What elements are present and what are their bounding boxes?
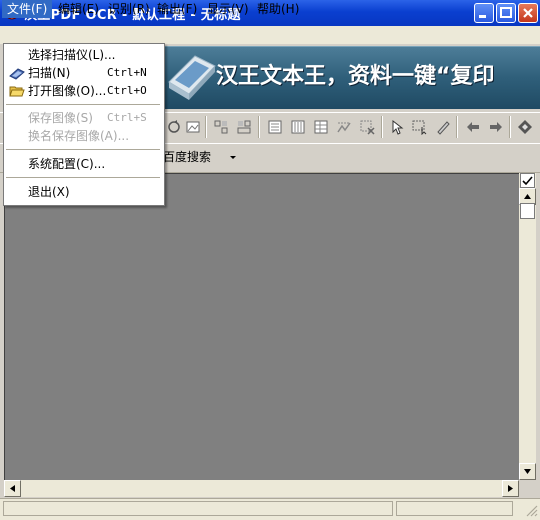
- scroll-down-button[interactable]: [519, 463, 536, 480]
- menu-item-save-image-as[interactable]: 换名保存图像(A)...: [4, 127, 162, 145]
- toolbar-separator: [205, 116, 207, 138]
- text-block-icon[interactable]: [267, 119, 283, 135]
- scan-icon: [9, 68, 25, 80]
- menu-output[interactable]: 输出(F): [152, 0, 202, 18]
- scroll-right-button[interactable]: [502, 480, 519, 497]
- menu-item-select-scanner[interactable]: 选择扫描仪(L)...: [4, 46, 162, 64]
- menu-item-save-image[interactable]: 保存图像(S) Ctrl+S: [4, 109, 162, 127]
- recognize-icon[interactable]: [517, 119, 533, 135]
- pen-icon[interactable]: [435, 119, 451, 135]
- close-button[interactable]: [518, 3, 538, 23]
- toolbar-separator: [509, 116, 511, 138]
- document-canvas[interactable]: [4, 173, 520, 480]
- chevron-down-icon[interactable]: [228, 152, 238, 162]
- menu-separator: [6, 149, 160, 150]
- menu-recognize[interactable]: 识别(R): [103, 0, 155, 18]
- arrow-left-icon[interactable]: [465, 119, 481, 135]
- toolbar-separator: [456, 116, 458, 138]
- menu-item-exit[interactable]: 退出(X): [4, 183, 162, 201]
- maximize-button[interactable]: [496, 3, 516, 23]
- column-block-icon[interactable]: [290, 119, 306, 135]
- vertical-scrollbar[interactable]: [519, 173, 536, 480]
- minimize-button[interactable]: [474, 3, 494, 23]
- image-edit-icon[interactable]: [185, 119, 201, 135]
- toolbar-separator: [381, 116, 383, 138]
- menu-bar: [0, 26, 540, 44]
- folder-open-icon: [9, 86, 25, 97]
- menu-edit[interactable]: 编辑(E): [53, 0, 104, 18]
- arrow-right-icon[interactable]: [488, 119, 504, 135]
- layout-analysis-icon[interactable]: [236, 119, 252, 135]
- checkbox-checked[interactable]: [520, 173, 535, 188]
- status-pane-secondary: [396, 501, 513, 516]
- table-block-icon[interactable]: [313, 119, 329, 135]
- pointer-icon[interactable]: [389, 119, 405, 135]
- menu-item-scan[interactable]: 扫描(N) Ctrl+N: [4, 64, 162, 82]
- file-menu-dropdown: 选择扫描仪(L)... 扫描(N) Ctrl+N 打开图像(O)... Ctrl…: [3, 43, 165, 206]
- status-pane-main: [3, 501, 393, 516]
- menu-view[interactable]: 显示(V): [202, 0, 254, 18]
- scroll-left-button[interactable]: [4, 480, 21, 497]
- menu-item-system-config[interactable]: 系统配置(C)...: [4, 155, 162, 173]
- select-region-icon[interactable]: [412, 119, 428, 135]
- horizontal-scrollbar[interactable]: [4, 480, 519, 497]
- toolbar-separator: [258, 116, 260, 138]
- menu-file[interactable]: 文件(F): [2, 0, 53, 18]
- menu-item-open-image[interactable]: 打开图像(O)... Ctrl+O: [4, 82, 162, 100]
- menu-separator: [6, 104, 160, 105]
- delete-block-icon[interactable]: [359, 119, 375, 135]
- menu-separator: [6, 177, 160, 178]
- scanner-icon: [168, 55, 216, 100]
- banner-text: 汉王文本王，资料一键“复印: [216, 64, 495, 89]
- resize-grip-icon[interactable]: [524, 503, 538, 517]
- rotate-icon[interactable]: [166, 119, 182, 135]
- menu-help[interactable]: 帮助(H): [252, 0, 304, 18]
- scroll-thumb[interactable]: [520, 203, 535, 219]
- baidu-search-button[interactable]: 百度搜索: [163, 148, 211, 165]
- layout-icon[interactable]: [213, 119, 229, 135]
- image-block-icon[interactable]: [336, 119, 352, 135]
